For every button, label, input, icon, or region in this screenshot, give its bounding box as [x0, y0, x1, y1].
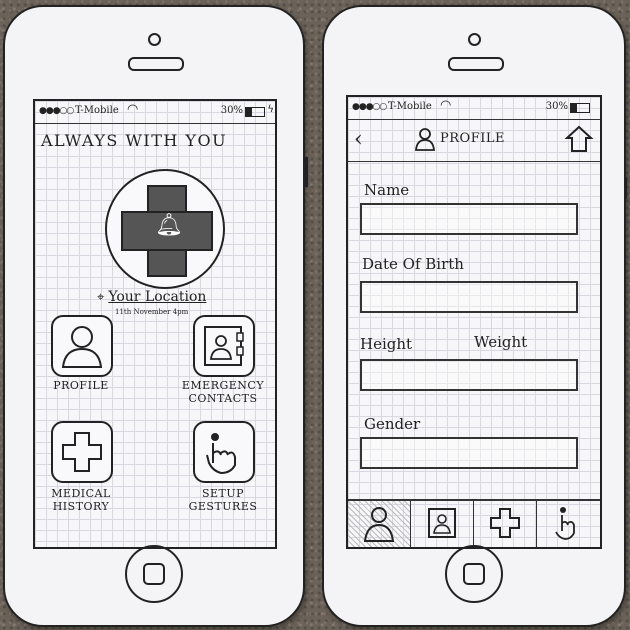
- camera: [468, 33, 481, 46]
- location-pin-icon: ⌖: [97, 290, 105, 305]
- status-bar: ●●●○○ T-Mobile ◠ 30%: [348, 97, 600, 120]
- back-arrow-icon[interactable]: ‹: [354, 127, 363, 152]
- wifi-icon: ◠: [440, 98, 452, 113]
- emergency-contacts-tile[interactable]: [193, 315, 255, 377]
- speaker: [448, 57, 504, 71]
- tap-gesture-icon: [555, 507, 575, 540]
- signal-dots: ●●●○○: [352, 102, 387, 112]
- carrier-label: T-Mobile: [75, 105, 119, 116]
- carrier-label: T-Mobile: [388, 101, 432, 112]
- wifi-icon: ◠: [127, 102, 139, 117]
- signal-dots: ●●●○○: [39, 106, 74, 116]
- page-title: PROFILE: [440, 131, 505, 146]
- home-icon[interactable]: [564, 124, 594, 154]
- gender-field[interactable]: [360, 437, 578, 469]
- name-label: Name: [364, 181, 410, 199]
- dob-field[interactable]: [360, 281, 578, 313]
- emergency-alert-button[interactable]: 🔔︎: [105, 169, 225, 289]
- profile-screen: ●●●○○ T-Mobile ◠ 30% ‹ PROFILE Name Date…: [346, 95, 602, 549]
- app-title: ALWAYS WITH YOU: [41, 131, 228, 150]
- battery-icon: [245, 107, 265, 117]
- person-icon: [415, 128, 435, 151]
- weight-label: Weight: [474, 333, 528, 351]
- bell-icon: 🔔︎: [155, 213, 183, 238]
- person-icon: [363, 507, 395, 542]
- location-date: 11th November 4pm: [115, 308, 189, 316]
- profile-tile-label: PROFILE: [53, 379, 109, 392]
- setup-gestures-tile[interactable]: [193, 421, 255, 483]
- profile-tile[interactable]: [51, 315, 113, 377]
- location-label: Your Location: [108, 289, 207, 305]
- location-link[interactable]: ⌖ Your Location: [97, 289, 206, 305]
- person-icon: [61, 326, 103, 368]
- tap-gesture-icon: [206, 433, 236, 475]
- dob-label: Date Of Birth: [362, 255, 464, 273]
- battery-percent: 30%: [545, 101, 568, 112]
- phone-home-screen: ●●●○○ T-Mobile ◠ 30% ϟ ALWAYS WITH YOU 🔔…: [3, 5, 308, 627]
- speaker: [128, 57, 184, 71]
- profile-navbar: ‹ PROFILE: [348, 119, 600, 162]
- battery-percent: 30%: [220, 105, 243, 116]
- home-button[interactable]: [125, 545, 183, 603]
- name-field[interactable]: [360, 203, 578, 235]
- height-label: Height: [360, 335, 413, 353]
- tab-setup-gestures[interactable]: [537, 501, 599, 547]
- home-button[interactable]: [445, 545, 503, 603]
- medical-history-label: MEDICAL HISTORY: [51, 487, 111, 513]
- bottom-tab-bar: [348, 499, 600, 547]
- scroll-indicator: [624, 177, 627, 199]
- tab-medical-history[interactable]: [474, 501, 537, 547]
- volume-button: [304, 157, 308, 187]
- tab-profile[interactable]: [348, 501, 411, 547]
- status-bar: ●●●○○ T-Mobile ◠ 30% ϟ: [35, 101, 275, 124]
- phone-profile-screen: ●●●○○ T-Mobile ◠ 30% ‹ PROFILE Name Date…: [322, 5, 627, 627]
- gender-label: Gender: [364, 415, 421, 433]
- home-screen: ●●●○○ T-Mobile ◠ 30% ϟ ALWAYS WITH YOU 🔔…: [33, 99, 277, 549]
- medical-history-tile[interactable]: [51, 421, 113, 483]
- height-weight-field[interactable]: [360, 359, 578, 391]
- contact-card-icon: [428, 508, 456, 538]
- contact-card-icon: [204, 326, 244, 366]
- setup-gestures-label: SETUP GESTURES: [188, 487, 258, 513]
- tab-emergency-contacts[interactable]: [411, 501, 474, 547]
- emergency-contacts-label: EMERGENCY CONTACTS: [181, 379, 265, 405]
- medical-cross-icon: [490, 508, 520, 538]
- charging-icon: ϟ: [267, 104, 274, 115]
- battery-icon: [570, 103, 590, 113]
- medical-cross-icon: [62, 432, 102, 472]
- camera: [148, 33, 161, 46]
